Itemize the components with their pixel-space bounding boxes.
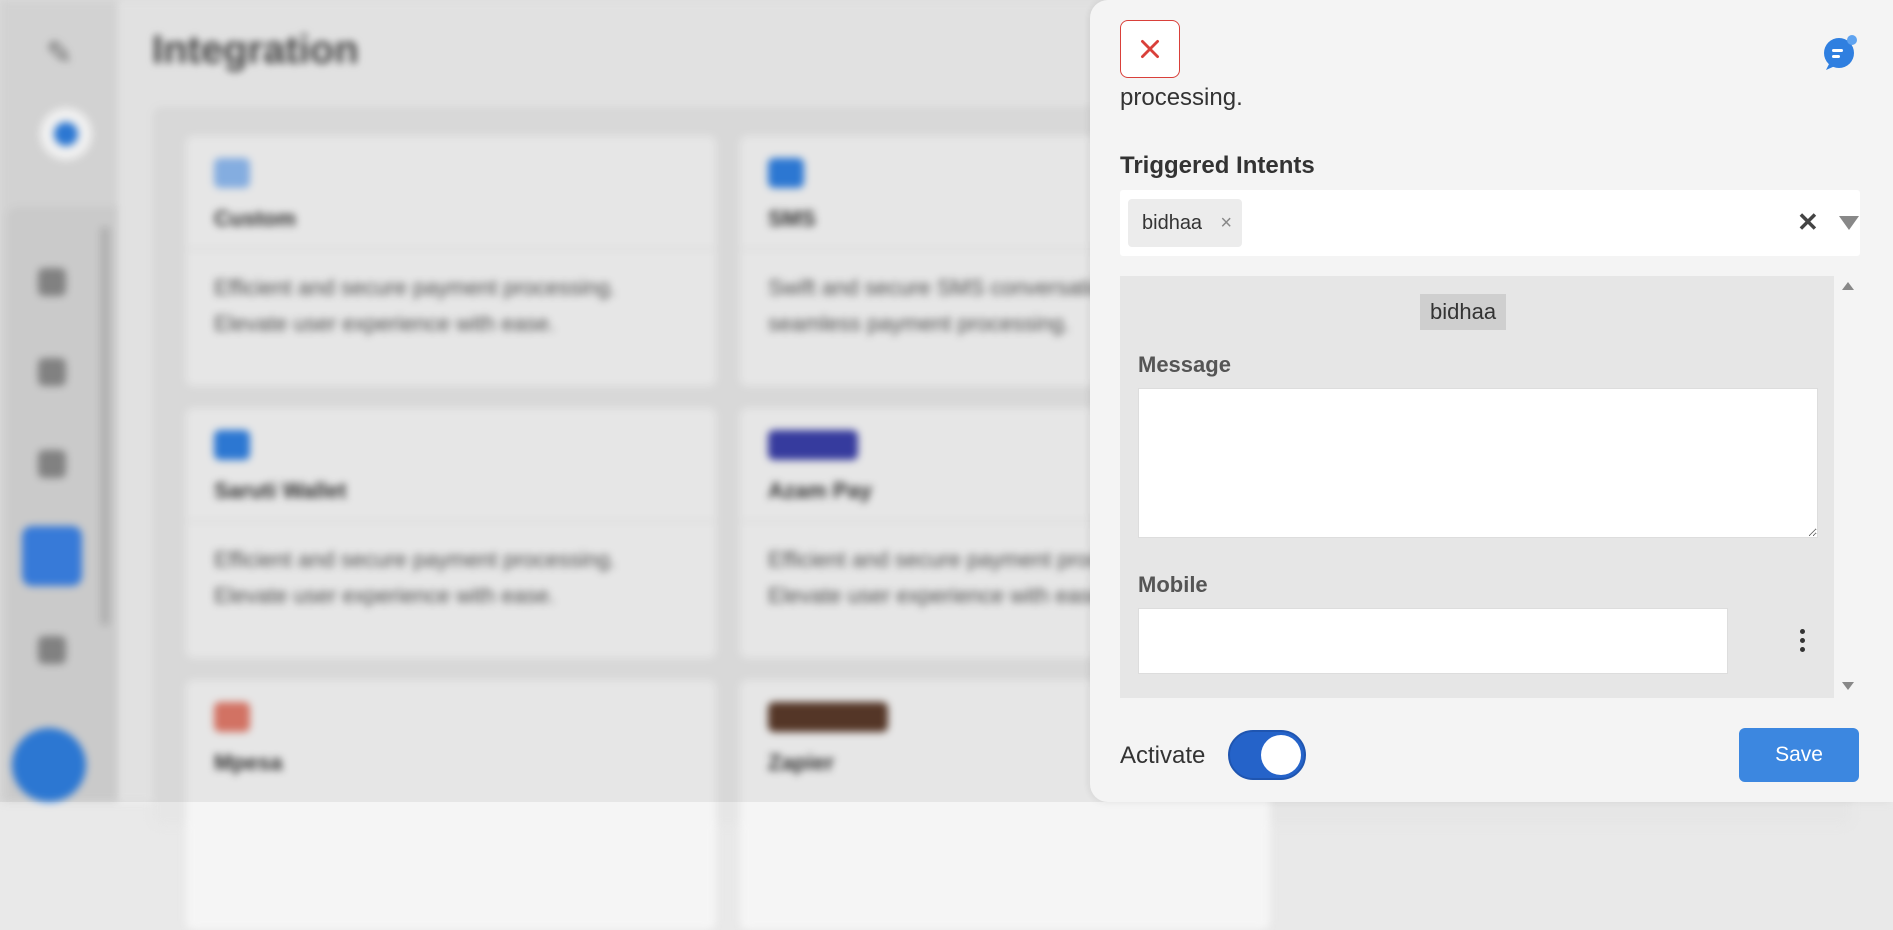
mobile-label: Mobile	[1138, 572, 1208, 597]
intent-chip-label: bidhaa	[1142, 211, 1203, 234]
scroll-up-arrow-icon[interactable]	[1842, 282, 1854, 290]
activate-toggle[interactable]	[1228, 730, 1306, 780]
triggered-intents-label: Triggered Intents	[1120, 152, 1315, 179]
scroll-down-arrow-icon[interactable]	[1842, 682, 1854, 690]
message-label: Message	[1138, 352, 1231, 377]
more-options-icon[interactable]	[1790, 618, 1814, 662]
intent-chip: bidhaa ×	[1128, 199, 1243, 247]
mobile-input[interactable]	[1138, 608, 1728, 674]
toggle-knob	[1261, 735, 1301, 775]
save-button[interactable]: Save	[1739, 728, 1859, 782]
integration-settings-drawer: processing. Triggered Intents bidhaa × ✕…	[1090, 0, 1893, 802]
message-textarea[interactable]	[1138, 388, 1818, 538]
description-text: processing.	[1120, 84, 1243, 111]
close-icon	[1141, 40, 1159, 58]
drawer-scroll-area[interactable]: processing. Triggered Intents bidhaa × ✕…	[1090, 0, 1893, 710]
chip-remove-icon[interactable]: ×	[1220, 212, 1232, 235]
clear-selection-icon[interactable]: ✕	[1797, 207, 1819, 238]
close-button[interactable]	[1120, 20, 1180, 78]
chevron-down-icon[interactable]	[1839, 216, 1859, 230]
activate-label: Activate	[1120, 742, 1206, 769]
chat-bubble-icon[interactable]	[1820, 32, 1860, 72]
intent-config-panel: bidhaa Message Mobile	[1120, 276, 1834, 698]
intent-tag: bidhaa	[1420, 294, 1507, 330]
triggered-intents-select[interactable]: bidhaa × ✕	[1120, 190, 1860, 256]
